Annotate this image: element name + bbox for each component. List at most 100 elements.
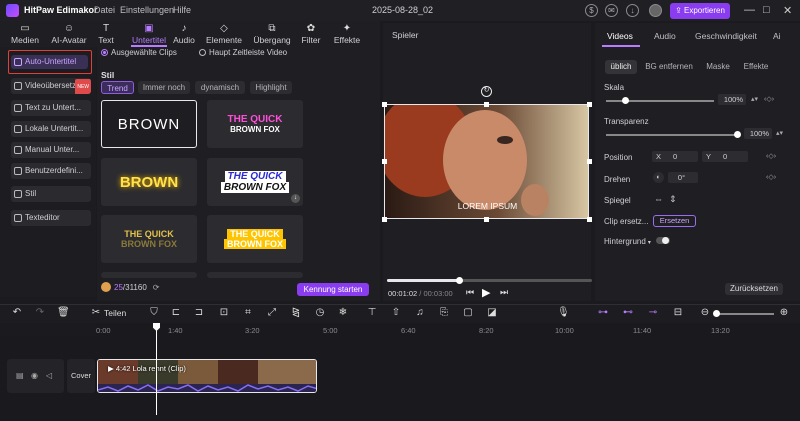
screen-icon[interactable]: ▢ (462, 307, 474, 318)
close-icon[interactable]: ✕ (783, 4, 792, 17)
style-card-yellow-glow[interactable]: BROWN (101, 158, 197, 206)
sidebar-item-auto-untertitel[interactable]: Auto-Untertitel (8, 50, 92, 74)
dropdown-icon[interactable]: ▾ (648, 240, 651, 246)
minimize-icon[interactable]: — (744, 4, 755, 16)
sidebar-item-manual[interactable]: Manual Unter... (11, 142, 91, 158)
video-clip[interactable]: ▶ 4:42 Lola rennt (Clip) (97, 359, 317, 393)
cart-icon[interactable]: $ (585, 4, 598, 17)
tab-geschwindigkeit[interactable]: Geschwindigkeit (695, 31, 757, 41)
rotate-value[interactable]: 0° (668, 172, 698, 183)
keyframe-icon[interactable]: ‹◇› (766, 173, 776, 181)
tab-videos[interactable]: Videos (607, 31, 633, 41)
maximize-icon[interactable]: □ (763, 4, 770, 16)
tab-filter[interactable]: ✿ Filter (292, 21, 330, 47)
fit-icon[interactable]: ⊟ (672, 307, 684, 318)
resize-handle[interactable] (382, 159, 387, 164)
stepper-icon[interactable]: ▴▾ (776, 129, 783, 137)
speed-icon[interactable]: ◷ (314, 307, 326, 318)
video-preview[interactable]: LOREM IPSUM (384, 104, 589, 219)
position-x-field[interactable]: X0 (652, 151, 698, 162)
mute-icon[interactable]: ◁ (46, 371, 52, 380)
crop-icon[interactable]: ⌗ (242, 307, 254, 318)
resize-handle[interactable] (587, 217, 592, 222)
style-card-gold[interactable]: THE QUICK BROWN FOX (101, 215, 197, 263)
transform-icon[interactable]: ⤢ (266, 307, 278, 318)
style-card-pink[interactable]: THE QUICK BROWN FOX (207, 100, 303, 148)
resize-handle[interactable] (587, 102, 592, 107)
zoom-out-icon[interactable]: ⊖ (699, 307, 711, 318)
zoom-in-icon[interactable]: ⊕ (778, 307, 790, 318)
tab-elemente[interactable]: ◇ Elemente (203, 21, 245, 47)
shield-icon[interactable]: ⛉ (148, 307, 160, 318)
export-frame-icon[interactable]: ⇧ (390, 307, 402, 318)
unlink-icon[interactable]: ⊸ (647, 307, 659, 318)
tab-effekte[interactable]: ✦ Effekte (327, 21, 367, 47)
position-y-field[interactable]: Y0 (702, 151, 748, 162)
opacity-slider[interactable] (606, 134, 738, 136)
resize-handle[interactable] (484, 217, 489, 222)
background-toggle[interactable] (656, 237, 670, 244)
track-lock-icon[interactable]: ▤ (16, 371, 24, 380)
mirror-icon[interactable]: ⧎ (290, 307, 302, 318)
trim-right-icon[interactable]: ⊐ (193, 307, 205, 318)
tab-medien[interactable]: ▭ Medien (5, 21, 45, 47)
replace-button[interactable]: Ersetzen (653, 215, 696, 227)
extract-icon[interactable]: ⎘ (438, 307, 450, 318)
style-card-yellow-box[interactable]: THE QUICK BROWN FOX (207, 215, 303, 263)
microphone-icon[interactable]: 🎙 (557, 307, 570, 318)
zoom-knob[interactable] (713, 310, 720, 317)
sidebar-item-texteditor[interactable]: Texteditor (11, 210, 91, 226)
freeze-icon[interactable]: ⊡ (218, 307, 230, 318)
tab-uebergang[interactable]: ⧉ Übergang (250, 21, 294, 47)
eye-icon[interactable]: ◉ (31, 371, 38, 380)
scale-value[interactable]: 100% (718, 94, 746, 105)
menu-hilfe[interactable]: Hilfe (173, 5, 191, 15)
subtab-ueblich[interactable]: üblich (605, 60, 637, 74)
export-button[interactable]: ⇪ Exportieren (670, 3, 730, 19)
style-card-partial[interactable] (101, 272, 197, 278)
stepper-icon[interactable]: ▴▾ (751, 95, 758, 103)
style-tab-trend[interactable]: Trend (101, 81, 134, 94)
sidebar-item-text-zu-untertitel[interactable]: Text zu Untert... (11, 100, 91, 116)
split-icon[interactable]: ✂ (90, 307, 102, 318)
style-card-sticker[interactable]: THE QUICK BROWN FOX ↓ (207, 158, 303, 206)
radio-selected-clips[interactable]: Ausgewählte Clips (101, 48, 177, 57)
magnet-icon[interactable]: ⊶ (597, 307, 609, 318)
avatar[interactable] (649, 4, 662, 17)
tab-ai[interactable]: Ai (773, 31, 781, 41)
subtab-effekte[interactable]: Effekte (740, 60, 772, 74)
refresh-icon[interactable]: ⟳ (153, 283, 160, 292)
trim-left-icon[interactable]: ⊏ (170, 307, 182, 318)
opacity-knob[interactable] (734, 131, 741, 138)
resize-handle[interactable] (484, 102, 489, 107)
tab-ai-avatar[interactable]: ☺ AI-Avatar (49, 21, 89, 47)
rotate-dial-icon[interactable]: ◐ (653, 172, 664, 183)
opacity-value[interactable]: 100% (744, 128, 772, 139)
keyframe-icon[interactable]: ‹◇› (766, 152, 776, 160)
audio-detach-icon[interactable]: ♫ (414, 307, 426, 318)
sidebar-item-stil[interactable]: Stil (11, 186, 91, 202)
reset-button[interactable]: Zurücksetzen (725, 283, 783, 295)
style-tab-immer-noch[interactable]: Immer noch (138, 81, 190, 94)
radio-main-timeline[interactable]: Haupt Zeitleiste Video (199, 48, 287, 57)
playhead[interactable] (153, 323, 160, 415)
keyframe-icon[interactable]: ‹◇› (764, 95, 774, 103)
sidebar-item-videouebersetzer[interactable]: Videoübersetzer NEW (11, 78, 91, 94)
rotate-handle-icon[interactable]: ↻ (481, 86, 492, 97)
cover-button[interactable]: Cover (67, 359, 95, 393)
subtab-maske[interactable]: Maske (703, 60, 733, 74)
style-card-brown-outline[interactable]: BROWN (101, 100, 197, 148)
style-tab-highlight[interactable]: Highlight (250, 81, 292, 94)
progress-knob[interactable] (455, 277, 463, 284)
subtab-bg-entfernen[interactable]: BG entfernen (643, 60, 695, 74)
next-frame-icon[interactable]: ⏭ (500, 287, 508, 298)
split-label[interactable]: Teilen (104, 308, 126, 318)
resize-handle[interactable] (382, 102, 387, 107)
tab-audio[interactable]: ♪ Audio (164, 21, 204, 47)
link-icon[interactable]: ⊷ (622, 307, 634, 318)
sidebar-item-lokale-untertitel[interactable]: Lokale Untertit... (11, 121, 91, 137)
mail-icon[interactable]: ✉ (605, 4, 618, 17)
prev-frame-icon[interactable]: ⏮ (466, 287, 474, 298)
delete-icon[interactable]: 🗑 (57, 307, 70, 318)
freeze-frame-icon[interactable]: ❄ (337, 307, 349, 318)
